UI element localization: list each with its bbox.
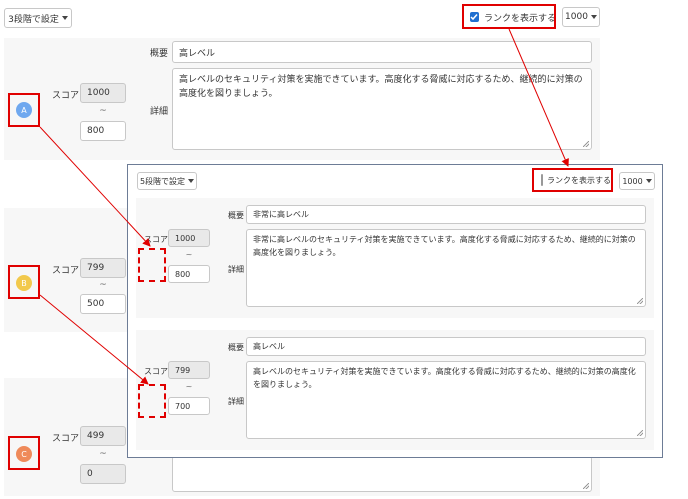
score-max-field: 799 bbox=[168, 361, 210, 379]
annotation-dashed-box-2 bbox=[138, 384, 166, 418]
level-select-button[interactable]: 5段階で設定 bbox=[137, 172, 197, 190]
detail-textarea-partial[interactable] bbox=[172, 456, 592, 492]
score-min-field[interactable]: 800 bbox=[80, 121, 126, 141]
range-tilde: ~ bbox=[185, 382, 193, 391]
annotation-box-badge-c bbox=[8, 436, 40, 470]
summary-field[interactable]: 非常に高レベル bbox=[246, 205, 646, 224]
chevron-down-icon bbox=[645, 179, 652, 183]
chevron-down-icon bbox=[590, 15, 597, 19]
score-min-field: 0 bbox=[80, 464, 126, 484]
detail-textarea[interactable]: 高レベルのセキュリティ対策を実施できています。高度化する脅威に対応するため、継続… bbox=[246, 361, 646, 439]
max-score-label: 1000 bbox=[565, 12, 588, 22]
level-select-label: 3段階で設定 bbox=[8, 14, 59, 25]
score-label: スコア bbox=[52, 91, 80, 101]
score-min-field[interactable]: 800 bbox=[168, 265, 210, 283]
score-min-field[interactable]: 700 bbox=[168, 397, 210, 415]
chevron-down-icon bbox=[188, 179, 195, 183]
score-max-field: 1000 bbox=[168, 229, 210, 247]
annotation-dashed-box-1 bbox=[138, 248, 166, 282]
score-min-field[interactable]: 500 bbox=[80, 294, 126, 314]
detail-label: 詳細 bbox=[228, 265, 244, 274]
annotation-box-show-rank-front bbox=[532, 168, 613, 192]
score-label: スコア bbox=[144, 367, 168, 376]
detail-textarea[interactable]: 高レベルのセキュリティ対策を実施できています。高度化する脅威に対応するため、継続… bbox=[172, 68, 592, 150]
summary-field[interactable]: 高レベル bbox=[172, 41, 592, 63]
summary-label: 概要 bbox=[150, 49, 169, 59]
range-tilde: ~ bbox=[185, 250, 193, 259]
range-tilde: ~ bbox=[99, 280, 107, 290]
annotation-box-badge-a bbox=[8, 93, 40, 127]
range-tilde: ~ bbox=[99, 106, 107, 116]
score-max-field: 799 bbox=[80, 258, 126, 278]
annotation-box-badge-b bbox=[8, 265, 40, 299]
detail-label: 詳細 bbox=[150, 107, 169, 117]
score-max-field: 1000 bbox=[80, 83, 126, 103]
level-select-label: 5段階で設定 bbox=[139, 176, 186, 186]
level-select-button[interactable]: 3段階で設定 bbox=[4, 8, 72, 28]
summary-label: 概要 bbox=[228, 343, 244, 352]
score-label: スコア bbox=[52, 434, 80, 444]
chevron-down-icon bbox=[61, 16, 68, 20]
max-score-label: 1000 bbox=[622, 176, 643, 186]
max-score-select[interactable]: 1000 bbox=[562, 7, 600, 27]
annotation-box-show-rank-back bbox=[462, 4, 556, 29]
range-tilde: ~ bbox=[99, 449, 107, 459]
detail-textarea[interactable]: 非常に高レベルのセキュリティ対策を実施できています。高度化する脅威に対応するため… bbox=[246, 229, 646, 307]
summary-label: 概要 bbox=[228, 211, 244, 220]
score-max-field: 499 bbox=[80, 426, 126, 446]
detail-label: 詳細 bbox=[228, 397, 244, 406]
max-score-select[interactable]: 1000 bbox=[619, 172, 655, 190]
score-label: スコア bbox=[52, 266, 80, 276]
summary-field[interactable]: 高レベル bbox=[246, 337, 646, 356]
score-label: スコア bbox=[144, 235, 168, 244]
